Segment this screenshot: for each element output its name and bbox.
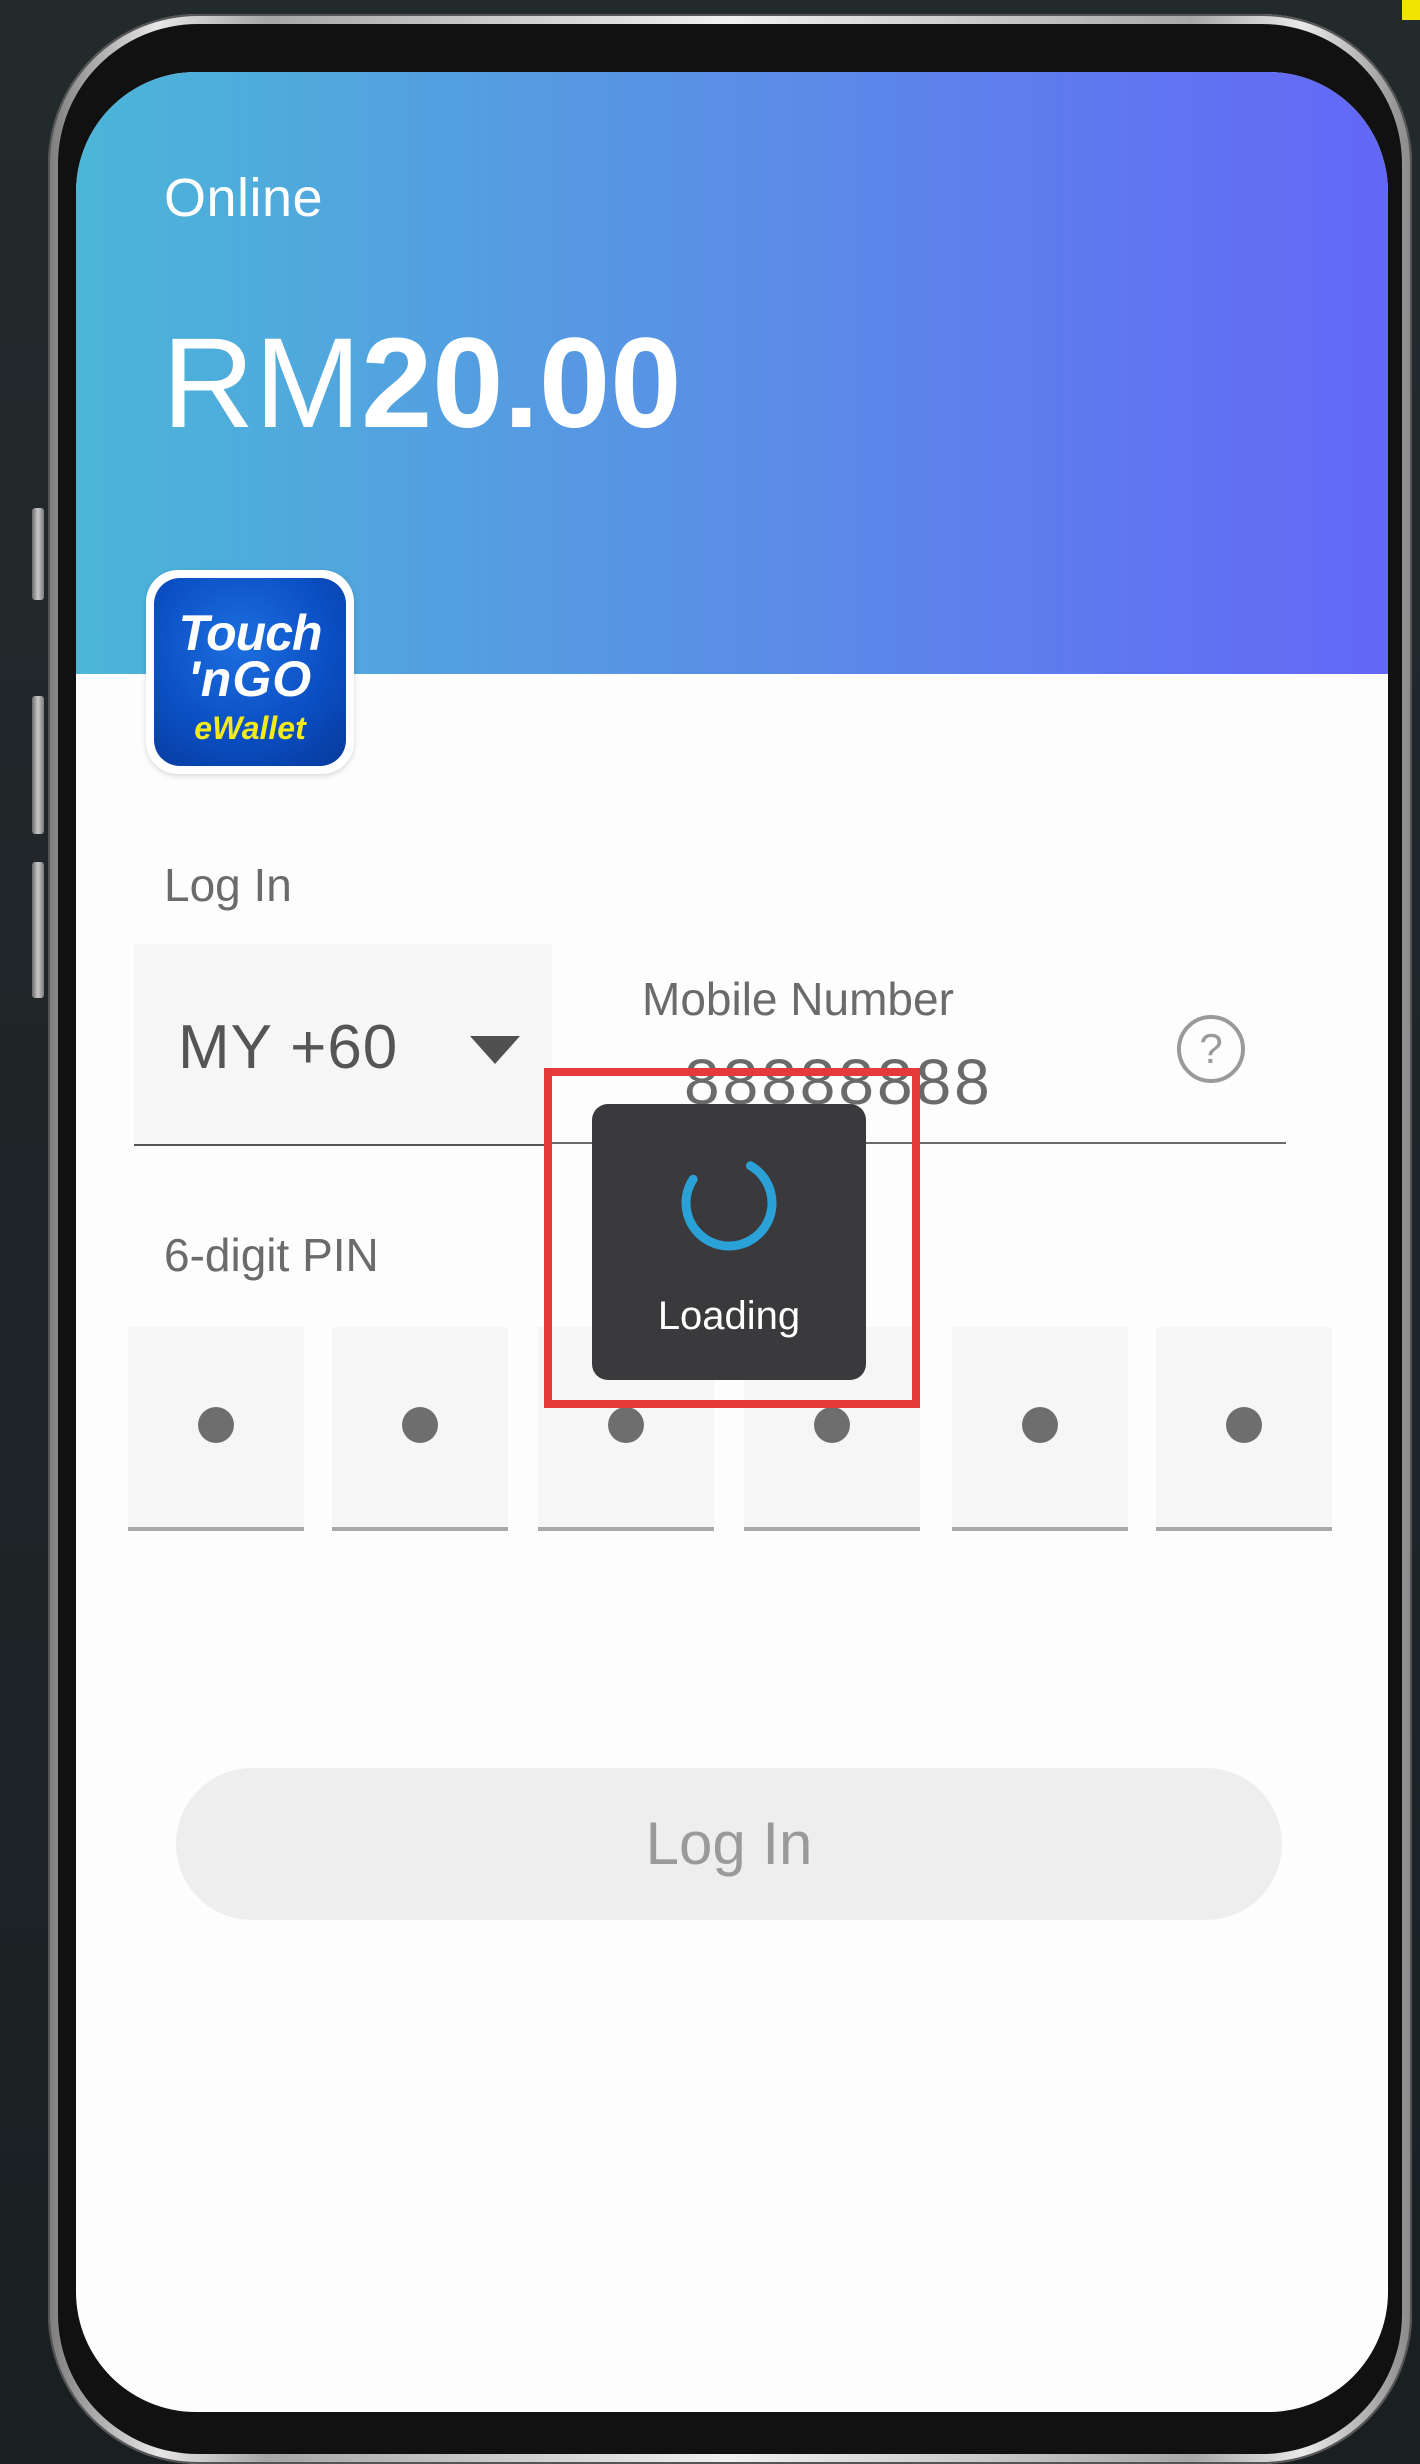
login-title: Log In <box>164 859 292 911</box>
caret-down-icon <box>470 1036 520 1064</box>
pin-digit-5[interactable] <box>952 1327 1128 1531</box>
pin-dot <box>198 1407 234 1443</box>
pin-digit-1[interactable] <box>128 1327 304 1531</box>
mobile-number-label: Mobile Number <box>642 973 954 1025</box>
pin-digit-6[interactable] <box>1156 1327 1332 1531</box>
connection-status: Online <box>164 168 324 228</box>
logo-badge: Touch 'nGO eWallet <box>154 578 346 766</box>
logo-text-ewallet: eWallet <box>194 710 306 746</box>
pin-dot <box>402 1407 438 1443</box>
mute-switch <box>32 508 44 600</box>
pin-digit-2[interactable] <box>332 1327 508 1531</box>
question-circle-icon[interactable]: ? <box>1177 1015 1245 1083</box>
volume-up-button <box>32 696 44 834</box>
pin-dot <box>814 1407 850 1443</box>
corner-accent <box>1402 0 1420 20</box>
country-code-value: MY +60 <box>178 1013 399 1082</box>
balance-display: RM20.00 <box>162 320 681 448</box>
pin-dot <box>1022 1407 1058 1443</box>
logo-text-ngo: 'nGO <box>187 651 313 707</box>
country-code-select[interactable]: MY +60 <box>134 944 552 1146</box>
login-button[interactable]: Log In <box>176 1768 1282 1920</box>
balance-amount: 20.00 <box>361 312 682 455</box>
highlight-box <box>544 1068 920 1408</box>
volume-down-button <box>32 862 44 998</box>
pin-dot <box>1226 1407 1262 1443</box>
pin-label: 6-digit PIN <box>164 1229 379 1281</box>
tng-ewallet-logo: Touch 'nGO eWallet <box>146 570 354 774</box>
pin-dot <box>608 1407 644 1443</box>
balance-currency: RM <box>162 312 362 455</box>
